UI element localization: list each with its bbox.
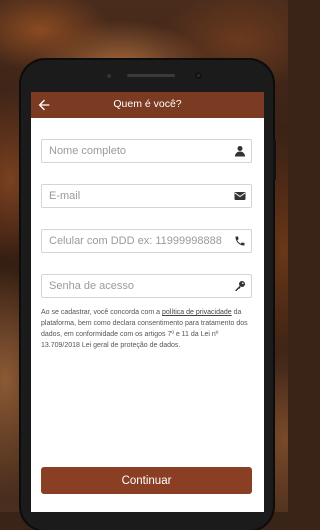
app-bar: Quem é você? <box>31 92 264 118</box>
phone-side-button <box>273 140 276 180</box>
key-icon <box>235 281 245 291</box>
proximity-sensor <box>107 74 111 78</box>
privacy-policy-link[interactable]: política de privacidade <box>162 309 232 316</box>
envelope-icon <box>234 192 246 200</box>
privacy-notice-text-start: Ao se cadastrar, você concorda com a <box>41 309 163 316</box>
email-input[interactable] <box>49 185 225 207</box>
earpiece-speaker <box>127 74 175 77</box>
password-field[interactable] <box>41 274 252 298</box>
user-icon <box>235 146 245 157</box>
phone-input[interactable] <box>49 230 225 252</box>
app-screen: Quem é você? Ao se cadastrar, você conco… <box>31 92 264 512</box>
continue-button[interactable]: Continuar <box>41 467 252 494</box>
name-field[interactable] <box>41 139 252 163</box>
front-camera <box>195 72 202 79</box>
page-title: Quem é você? <box>113 98 182 110</box>
phone-icon <box>235 236 245 246</box>
phone-field[interactable] <box>41 229 252 253</box>
email-field[interactable] <box>41 184 252 208</box>
name-input[interactable] <box>49 140 225 162</box>
password-input[interactable] <box>49 275 225 297</box>
privacy-notice: Ao se cadastrar, você concorda com a pol… <box>41 307 259 351</box>
